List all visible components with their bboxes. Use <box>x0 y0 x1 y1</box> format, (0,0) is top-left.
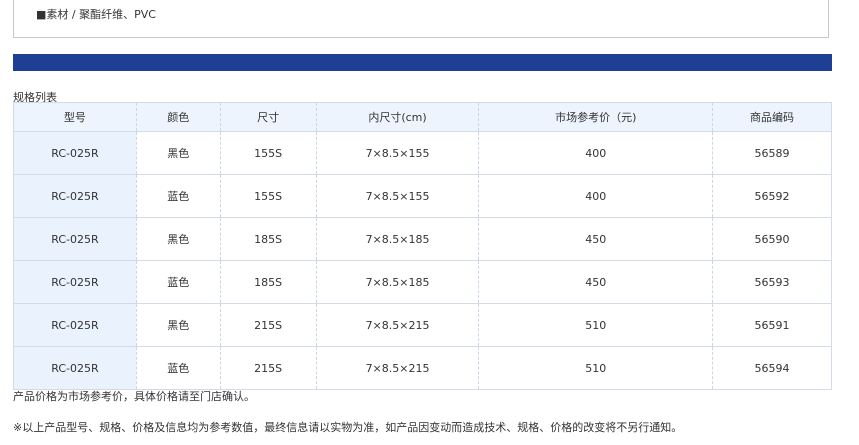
disclaimer-note: ※以上产品型号、规格、价格及信息均为参考数值，最终信息请以实物为准，如产品因变动… <box>13 421 683 434</box>
table-row: RC-025R 蓝色 155S 7×8.5×155 400 56592 <box>13 174 832 218</box>
cell-price: 510 <box>478 346 714 390</box>
cell-color: 蓝色 <box>136 260 221 304</box>
cell-size: 215S <box>220 346 317 390</box>
material-text: ■素材 / 聚酯纤维、PVC <box>36 8 156 21</box>
table-header-row: 型号 颜色 尺寸 内尺寸(cm) 市场参考价（元) 商品编码 <box>13 102 832 132</box>
cell-inner-size: 7×8.5×155 <box>316 174 480 218</box>
cell-product-code: 56591 <box>712 303 832 347</box>
material-info-box: ■素材 / 聚酯纤维、PVC <box>13 0 829 38</box>
header-product-code: 商品编码 <box>712 102 832 132</box>
header-size: 尺寸 <box>220 102 317 132</box>
cell-product-code: 56589 <box>712 131 832 175</box>
header-price: 市场参考价（元) <box>478 102 714 132</box>
cell-price: 510 <box>478 303 714 347</box>
cell-model: RC-025R <box>13 217 137 261</box>
cell-model: RC-025R <box>13 174 137 218</box>
cell-size: 185S <box>220 217 317 261</box>
cell-model: RC-025R <box>13 346 137 390</box>
cell-model: RC-025R <box>13 260 137 304</box>
table-row: RC-025R 黑色 215S 7×8.5×215 510 56591 <box>13 303 832 347</box>
spec-table: 型号 颜色 尺寸 内尺寸(cm) 市场参考价（元) 商品编码 RC-025R 黑… <box>13 102 832 390</box>
cell-color: 黑色 <box>136 303 221 347</box>
cell-size: 155S <box>220 174 317 218</box>
cell-product-code: 56590 <box>712 217 832 261</box>
cell-product-code: 56594 <box>712 346 832 390</box>
cell-color: 蓝色 <box>136 346 221 390</box>
cell-size: 185S <box>220 260 317 304</box>
cell-color: 黑色 <box>136 217 221 261</box>
table-row: RC-025R 蓝色 215S 7×8.5×215 510 56594 <box>13 346 832 390</box>
table-row: RC-025R 黑色 185S 7×8.5×185 450 56590 <box>13 217 832 261</box>
cell-size: 155S <box>220 131 317 175</box>
cell-price: 400 <box>478 174 714 218</box>
table-row: RC-025R 蓝色 185S 7×8.5×185 450 56593 <box>13 260 832 304</box>
cell-price: 450 <box>478 260 714 304</box>
header-model: 型号 <box>13 102 137 132</box>
cell-product-code: 56592 <box>712 174 832 218</box>
cell-inner-size: 7×8.5×215 <box>316 303 480 347</box>
cell-model: RC-025R <box>13 131 137 175</box>
header-color: 颜色 <box>136 102 221 132</box>
cell-size: 215S <box>220 303 317 347</box>
cell-product-code: 56593 <box>712 260 832 304</box>
cell-color: 蓝色 <box>136 174 221 218</box>
price-note: 产品价格为市场参考价，具体价格请至门店确认。 <box>13 390 255 403</box>
cell-inner-size: 7×8.5×155 <box>316 131 480 175</box>
table-row: RC-025R 黑色 155S 7×8.5×155 400 56589 <box>13 131 832 175</box>
cell-price: 400 <box>478 131 714 175</box>
cell-model: RC-025R <box>13 303 137 347</box>
cell-inner-size: 7×8.5×215 <box>316 346 480 390</box>
cell-inner-size: 7×8.5×185 <box>316 217 480 261</box>
cell-color: 黑色 <box>136 131 221 175</box>
section-divider-bar <box>13 54 832 71</box>
cell-price: 450 <box>478 217 714 261</box>
header-inner-size: 内尺寸(cm) <box>316 102 480 132</box>
cell-inner-size: 7×8.5×185 <box>316 260 480 304</box>
